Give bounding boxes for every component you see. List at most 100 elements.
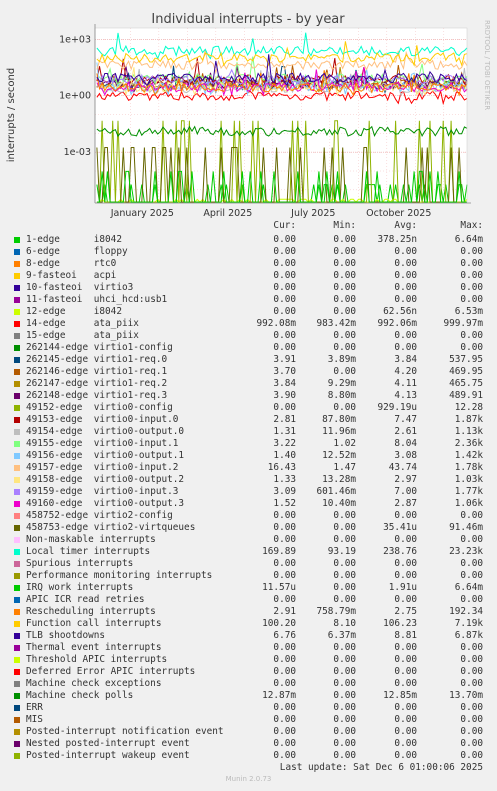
legend-swatch <box>14 669 20 675</box>
series-name: Deferred Error APIC interrupts <box>26 666 196 677</box>
series-max: 0.00 <box>460 282 483 293</box>
series-name: 12-edge <box>26 306 66 317</box>
legend-row: 458752-edge virtio2-config 0.00 0.00 0.00 0.… <box>0 510 497 522</box>
series-max: 0.00 <box>460 294 483 305</box>
legend-row: Posted-interrupt wakeup event 0.00 0.00 0.0… <box>0 750 497 762</box>
legend-swatch <box>14 309 20 315</box>
series-name: 6-edge <box>26 246 60 257</box>
legend-name: Function call interrupts <box>26 618 161 630</box>
legend-row: APIC ICR read retries 0.00 0.00 0.00 0.00 <box>0 594 497 606</box>
legend-row: 49158-edge virtio0-output.2 1.33 13.28m 2.9… <box>0 474 497 486</box>
series-name: TLB shootdowns <box>26 630 106 641</box>
x-tick-label: July 2025 <box>290 208 335 219</box>
series-max: 0.00 <box>460 342 483 353</box>
series-name: Non-maskable interrupts <box>26 534 156 545</box>
series-desc: virtio1-req.2 <box>93 378 168 389</box>
legend-name: TLB shootdowns <box>26 630 105 642</box>
legend-row: 262144-edge virtio1-config 0.00 0.00 0.00 0.… <box>0 342 497 354</box>
series-max: 1.13k <box>454 426 483 437</box>
legend-swatch <box>14 285 20 291</box>
series-desc: virtio0-output.0 <box>93 426 185 437</box>
legend-name: 10-fasteoi virtio3 <box>26 282 133 294</box>
series-desc: virtio0-output.2 <box>93 474 185 485</box>
series-name: 49152-edge <box>26 402 83 413</box>
legend-swatch <box>14 429 20 435</box>
series-max: 23.23k <box>449 546 483 557</box>
legend-row: 49154-edge virtio0-output.0 1.31 11.96m 2.6… <box>0 426 497 438</box>
legend-name: 8-edge rtc0 <box>26 258 116 270</box>
series-name: 262144-edge <box>26 342 89 353</box>
legend-row: 49160-edge virtio0-output.3 1.52 10.40m 2.8… <box>0 498 497 510</box>
legend-row: Deferred Error APIC interrupts 0.00 0.00 0.… <box>0 666 497 678</box>
legend-name: 12-edge i8042 <box>26 306 122 318</box>
series-max: 0.00 <box>460 714 483 725</box>
series-desc: floppy <box>93 246 128 257</box>
legend-row: 49152-edge virtio0-config 0.00 0.00 929.19u… <box>0 402 497 414</box>
legend-name: 49155-edge virtio0-input.1 <box>26 438 178 450</box>
series-max: 0.00 <box>460 678 483 689</box>
legend-row: 262147-edge virtio1-req.2 3.84 9.29m 4.11 46… <box>0 378 497 390</box>
legend-name: Deferred Error APIC interrupts <box>26 666 195 678</box>
series-desc: virtio2-virtqueues <box>93 522 196 533</box>
series-name: Posted-interrupt notification event <box>26 726 224 737</box>
legend-row: Function call interrupts 100.20 8.10 106.23… <box>0 618 497 630</box>
series-name: Thermal event interrupts <box>26 642 162 653</box>
legend-name: 262147-edge virtio1-req.2 <box>26 378 167 390</box>
legend-row: MIS 0.00 0.00 0.00 0.00 <box>0 714 497 726</box>
legend-swatch <box>14 645 20 651</box>
legend-swatch <box>14 489 20 495</box>
legend-name: 14-edge ata_piix <box>26 318 139 330</box>
legend-swatch <box>14 717 20 723</box>
series-desc: virtio1-req.1 <box>93 366 168 377</box>
legend-swatch <box>14 369 20 375</box>
series-max: 1.42k <box>454 450 483 461</box>
series-max: 0.00 <box>460 534 483 545</box>
series-name: 49156-edge <box>26 450 83 461</box>
legend-swatch <box>14 609 20 615</box>
legend-swatch <box>14 237 20 243</box>
series-max: 91.46m <box>449 522 483 533</box>
series-desc: virtio0-config <box>93 402 173 413</box>
legend-row: 14-edge ata_piix 992.08m 983.42m 992.06m 999… <box>0 318 497 330</box>
legend-swatch <box>14 597 20 603</box>
legend-name: Thermal event interrupts <box>26 642 161 654</box>
legend-name: Local timer interrupts <box>26 546 150 558</box>
series-desc: virtio0-input.0 <box>93 414 179 425</box>
series-name: 49157-edge <box>26 462 83 473</box>
series-name: 10-fasteoi <box>26 282 83 293</box>
legend-swatch <box>14 465 20 471</box>
legend-swatch <box>14 561 20 567</box>
legend-name: 49157-edge virtio0-input.2 <box>26 462 178 474</box>
legend-row: TLB shootdowns 6.76 6.37m 8.81 6.87k <box>0 630 497 642</box>
series-name: 49155-edge <box>26 438 83 449</box>
series-name: Machine check polls <box>26 690 134 701</box>
legend-swatch <box>14 405 20 411</box>
legend-swatch <box>14 333 20 339</box>
legend-row: Rescheduling interrupts 2.91 758.79m 2.75 19… <box>0 606 497 618</box>
legend-name: 9-fasteoi acpi <box>26 270 116 282</box>
series-max: 0.00 <box>460 642 483 653</box>
legend-swatch <box>14 297 20 303</box>
y-axis-label: interrupts / second <box>6 68 17 162</box>
legend-swatch <box>14 525 20 531</box>
y-tick-label: 1e-03 <box>64 147 91 158</box>
series-max: 6.64m <box>454 234 483 245</box>
legend-swatch <box>14 441 20 447</box>
legend-row: Machine check polls 12.87m 0.00 12.85m 13.70… <box>0 690 497 702</box>
series-desc: acpi <box>93 270 117 281</box>
legend-swatch <box>14 273 20 279</box>
legend-row: 262145-edge virtio1-req.0 3.91 3.89m 3.84 53… <box>0 354 497 366</box>
chart-title: Individual interrupts - by year <box>151 12 345 27</box>
chart: Individual interrupts - by year RRDTOOL … <box>6 12 491 219</box>
series-max: 1.87k <box>454 414 483 425</box>
legend-row: Local timer interrupts 169.89 93.19 238.76 2… <box>0 546 497 558</box>
legend-swatch <box>14 357 20 363</box>
series-desc: i8042 <box>93 234 122 245</box>
series-desc: virtio1-req.0 <box>93 354 168 365</box>
series-name: Rescheduling interrupts <box>26 606 156 617</box>
legend-row: Nested posted-interrupt event 0.00 0.00 0.0… <box>0 738 497 750</box>
series-desc: ata_piix <box>93 330 139 341</box>
legend-row: Performance monitoring interrupts 0.00 0.0… <box>0 570 497 582</box>
y-tick-label: 1e+00 <box>59 91 91 102</box>
series-max: 489.91 <box>449 390 483 401</box>
